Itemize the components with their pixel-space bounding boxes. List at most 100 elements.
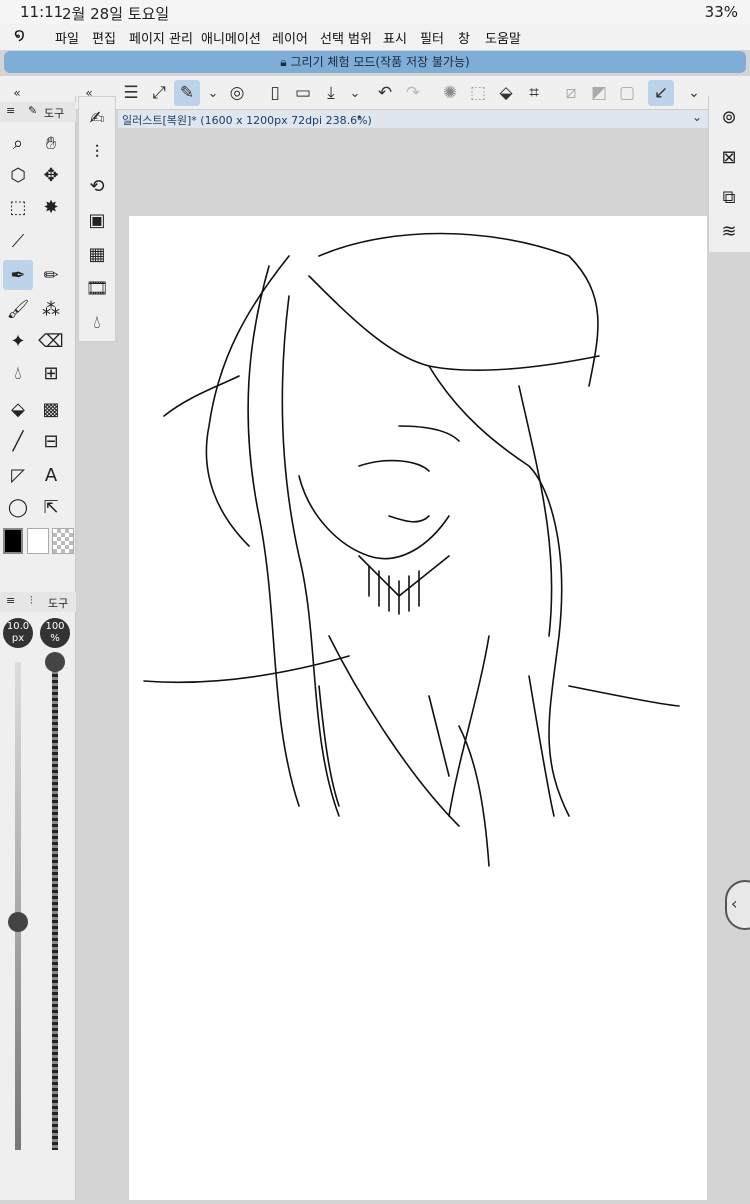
move-tool-icon[interactable]: ✥ — [36, 160, 66, 190]
status-bar: 11:11 2월 28일 토요일 33% — [0, 0, 750, 24]
fill-icon[interactable]: ⬙ — [493, 80, 519, 106]
tool-property-icon[interactable]: ⫶ — [82, 137, 112, 167]
chevron-down-icon[interactable]: ⌄ — [200, 80, 226, 106]
panel-menu-icon[interactable]: ≡ — [6, 104, 15, 117]
text-tool-icon[interactable]: A — [36, 460, 66, 490]
hand-tool-icon[interactable]: ✋︎ — [36, 128, 66, 158]
object-tool-icon[interactable]: ⬡ — [3, 160, 33, 190]
ruler-tool-icon[interactable]: ◸ — [3, 460, 33, 490]
document-tab[interactable]: 일러스트[복원]* (1600 x 1200px 72dpi 238.6%) •… — [118, 110, 708, 128]
sliders-icon: ⫶ — [30, 594, 33, 607]
menu-layer[interactable]: 레이어 — [272, 28, 308, 47]
menu-window[interactable]: 창 — [458, 28, 470, 47]
airbrush-tool-icon[interactable]: ⁂ — [36, 294, 66, 324]
selection-frame-icon[interactable]: ▢ — [614, 80, 640, 106]
invert-selection-icon[interactable]: ◩ — [586, 80, 612, 106]
brush-tool-icon[interactable]: 🖌︎ — [3, 294, 33, 324]
eraser-tool-icon[interactable]: ⌫ — [36, 326, 66, 356]
tool-panel-title: 도구 — [44, 107, 65, 120]
menu-filter[interactable]: 필터 — [420, 28, 444, 47]
tab-dropdown-chevron-icon[interactable]: ⌄ — [692, 110, 702, 124]
opacity-badge: 100 % — [40, 618, 70, 648]
color-set-icon[interactable]: ▦ — [82, 239, 112, 269]
deselect-icon[interactable]: ⬚ — [465, 80, 491, 106]
unsaved-dot-icon: • — [356, 111, 363, 124]
new-file-icon[interactable]: ▯ — [262, 80, 288, 106]
drawing-canvas[interactable] — [129, 216, 707, 1200]
timeline-icon[interactable]: 🎞︎ — [82, 273, 112, 303]
auto-select-tool-icon[interactable]: ✸ — [36, 192, 66, 222]
undo-icon[interactable]: ↶ — [372, 80, 398, 106]
menu-help[interactable]: 도움말 — [485, 28, 521, 47]
trial-mode-banner: 🔒︎ 그리기 체험 모드(작품 저장 불가능) — [4, 51, 746, 73]
correct-line-tool-icon[interactable]: ⇱ — [36, 492, 66, 522]
navigator-icon[interactable]: ⟲ — [82, 171, 112, 201]
layers-icon[interactable]: ≋ — [714, 216, 744, 246]
sub-tool-pen-icon[interactable]: ✍ — [82, 103, 112, 133]
opacity-slider-handle[interactable] — [45, 652, 65, 672]
property-panel-header: ≡ ⫶ 도구 — [0, 592, 76, 612]
edit-mode-icon[interactable]: ✎ — [174, 80, 200, 106]
figure-tool-icon[interactable]: ╱ — [3, 426, 33, 456]
layer-search-icon[interactable]: ⧉ — [714, 182, 744, 212]
menu-icon[interactable]: ☰ — [118, 80, 144, 106]
layer-property-icon[interactable]: ⊠ — [714, 142, 744, 172]
selection-tool-icon[interactable]: ⬚ — [3, 192, 33, 222]
clip-logo-icon[interactable]: ◎ — [224, 80, 250, 106]
menu-animation[interactable]: 애니메이션 — [201, 28, 261, 47]
color-mix-icon[interactable]: 💧︎ — [82, 307, 112, 337]
brush-size-slider[interactable] — [15, 662, 21, 1150]
select-tool-icon[interactable]: ↙ — [648, 80, 674, 106]
toolbar-more-chevron-icon[interactable]: ⌄ — [681, 80, 707, 106]
banner-text: 그리기 체험 모드(작품 저장 불가능) — [290, 55, 470, 69]
brush-size-badge: 10.0 px — [3, 618, 33, 648]
tool-panel: ≡ ✎ 도구 ⌕ ✋︎ ⬡ ✥ ⬚ ✸ ⟋ ✒ ✏ 🖌︎ ⁂ ✦ ⌫ 💧︎ ⊞ … — [0, 96, 76, 1200]
pencil-tool-icon[interactable]: ✏ — [36, 260, 66, 290]
app-logo-icon: ໑ — [14, 25, 25, 45]
menu-bar: ໑ 파일 편집 페이지 관리 애니메이션 레이어 선택 범위 표시 필터 창 도… — [0, 24, 750, 50]
clear-selection-icon[interactable]: ⧄ — [558, 80, 584, 106]
panel-pull-handle[interactable]: ‹ — [725, 880, 750, 930]
open-folder-icon[interactable]: ▭ — [290, 80, 316, 106]
save-options-chevron-icon[interactable]: ⌄ — [342, 80, 368, 106]
status-date: 2월 28일 토요일 — [62, 5, 170, 23]
menu-file[interactable]: 파일 — [55, 28, 79, 47]
brush-size-slider-handle[interactable] — [8, 912, 28, 932]
gradient-tool-icon[interactable]: ▩ — [36, 394, 66, 424]
pen-tool-icon[interactable]: ✒ — [3, 260, 33, 290]
transparent-color-swatch[interactable] — [52, 528, 74, 554]
decoration-tool-icon[interactable]: ✦ — [3, 326, 33, 356]
battery-level: 33% — [704, 3, 738, 21]
material-icon[interactable]: ▣ — [82, 205, 112, 235]
pen-icon: ✎ — [28, 104, 38, 117]
right-panel-bar: ⊚ ⊠ ⧉ ≋ — [708, 96, 750, 252]
property-menu-icon[interactable]: ≡ — [6, 594, 15, 607]
main-color-swatch[interactable] — [3, 528, 23, 554]
redo-icon[interactable]: ↷ — [400, 80, 426, 106]
eyedropper-tool-icon[interactable]: ⟋ — [3, 226, 33, 256]
property-panel-title: 도구 — [48, 597, 69, 610]
balloon-tool-icon[interactable]: ◯ — [3, 492, 33, 522]
save-icon[interactable]: ⤓ — [318, 80, 344, 106]
lock-icon: 🔒︎ — [280, 55, 291, 69]
sub-color-swatch[interactable] — [27, 528, 49, 554]
menu-edit[interactable]: 편집 — [92, 28, 116, 47]
mesh-tool-icon[interactable]: ⊞ — [36, 358, 66, 388]
menu-selection[interactable]: 선택 범위 — [320, 28, 372, 47]
sketch-artwork — [143, 232, 680, 867]
fullscreen-icon[interactable]: ⤢ — [146, 80, 172, 106]
menu-view[interactable]: 표시 — [383, 28, 407, 47]
loading-icon: ✺ — [442, 83, 458, 103]
blend-tool-icon[interactable]: 💧︎ — [3, 358, 33, 388]
zoom-tool-icon[interactable]: ⌕ — [3, 128, 33, 158]
document-title: 일러스트[복원]* (1600 x 1200px 72dpi 238.6%) — [122, 114, 372, 127]
status-time: 11:11 — [20, 3, 64, 21]
navigator-panel-icon[interactable]: ⊚ — [714, 102, 744, 132]
sub-tool-column: ✍ ⫶ ⟲ ▣ ▦ 🎞︎ 💧︎ — [78, 96, 116, 342]
opacity-slider[interactable] — [52, 662, 58, 1150]
menu-page[interactable]: 페이지 관리 — [129, 28, 193, 47]
frame-tool-icon[interactable]: ⊟ — [36, 426, 66, 456]
crop-icon[interactable]: ⌗ — [521, 80, 547, 106]
fill-tool-icon[interactable]: ⬙ — [3, 394, 33, 424]
chevron-left-icon: ‹ — [731, 894, 738, 913]
